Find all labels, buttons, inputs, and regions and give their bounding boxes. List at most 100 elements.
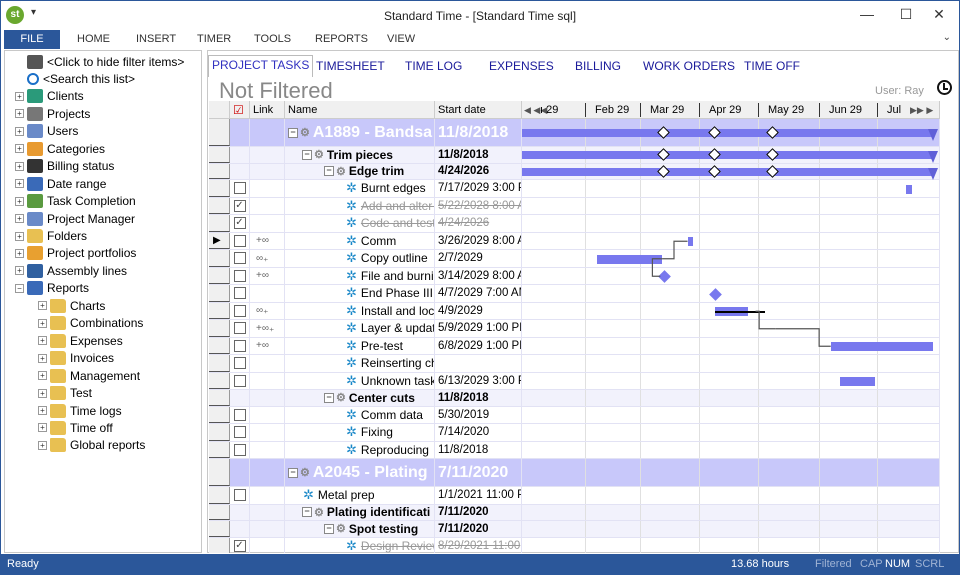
expand-toggle-icon[interactable]: + [38, 371, 47, 381]
task-row[interactable]: ✓ ✲ Add and alter r 5/22/2028 8:00 A [209, 197, 940, 215]
name-cell[interactable]: ✲ Fixing [285, 424, 435, 441]
expand-toggle-icon[interactable]: + [38, 406, 47, 415]
tree-item-clients[interactable]: + Clients [15, 88, 84, 105]
link-chain-icon[interactable]: +∞₊ [256, 323, 274, 334]
tree-item-projects[interactable]: + Projects [15, 105, 90, 122]
name-cell[interactable]: ✲ Copy outline [285, 250, 435, 267]
name-cell[interactable]: − ⚙ Trim pieces [285, 147, 435, 163]
name-cell[interactable]: − ⚙ Plating identificati [285, 504, 435, 520]
row-header[interactable] [209, 504, 230, 520]
expand-toggle-icon[interactable]: + [38, 440, 47, 450]
tree-item-charts[interactable]: + Charts [38, 297, 105, 314]
collapse-toggle-icon[interactable]: − [324, 166, 334, 177]
task-row[interactable]: ✲ Fixing 7/14/2020 [209, 424, 940, 442]
group-row[interactable]: − ⚙ A1889 - Bandsa 11/8/2018 [209, 119, 940, 147]
tab-timesheet[interactable]: TIMESHEET [316, 57, 385, 76]
tree-item-project-manager[interactable]: + Project Manager [15, 210, 135, 227]
name-cell[interactable]: ✲ Burnt edges [285, 180, 435, 197]
complete-checkbox[interactable]: ✓ [233, 539, 246, 552]
name-cell[interactable]: ✲ Code and test [285, 215, 435, 232]
name-cell[interactable]: − ⚙ A1889 - Bandsa [285, 119, 435, 146]
expand-toggle-icon[interactable]: + [38, 388, 47, 398]
group-row[interactable]: − ⚙ Center cuts 11/8/2018 [209, 390, 940, 407]
name-cell[interactable]: ✲ Pre-test [285, 337, 435, 354]
tab-view[interactable]: VIEW [387, 33, 415, 45]
tab-project-tasks[interactable]: PROJECT TASKS [208, 55, 314, 77]
complete-checkbox[interactable] [233, 182, 246, 195]
name-cell[interactable]: ✲ Reproducing [285, 441, 435, 458]
link-chain-icon[interactable]: +∞ [256, 270, 269, 281]
task-bar[interactable] [906, 184, 912, 194]
task-row[interactable]: ✓ ✲ Design Review 8/29/2021 11:00 [209, 537, 940, 553]
name-cell[interactable]: ✲File and burnish [285, 267, 435, 284]
task-bar[interactable] [596, 254, 663, 264]
expand-toggle-icon[interactable]: + [38, 301, 47, 311]
complete-checkbox[interactable] [233, 408, 246, 421]
row-header[interactable] [209, 147, 230, 163]
minimize-button[interactable]: — [857, 6, 877, 22]
collapse-toggle-icon[interactable]: − [288, 127, 298, 138]
name-cell[interactable]: ✲ Install and lock [285, 302, 435, 319]
summary-bar[interactable] [522, 129, 934, 137]
name-cell[interactable]: − ⚙ A2045 - Plating [285, 459, 435, 486]
expand-toggle-icon[interactable]: + [15, 109, 24, 119]
tab-time-log[interactable]: TIME LOG [405, 57, 462, 76]
row-header[interactable] [209, 163, 230, 179]
task-row[interactable]: ✲ Comm data 5/30/2019 [209, 406, 940, 424]
tab-reports[interactable]: REPORTS [315, 33, 368, 45]
row-header[interactable] [209, 487, 230, 504]
tree-item-management[interactable]: + Management [38, 367, 140, 384]
tree-item-time-logs[interactable]: + Time logs [38, 402, 122, 419]
row-header[interactable] [209, 320, 230, 337]
task-row[interactable]: ✓ ✲ Code and test 4/24/2026 [209, 215, 940, 233]
tab-expenses[interactable]: EXPENSES [489, 57, 554, 76]
task-row[interactable]: ✲ Metal prep 1/1/2021 11:00 P [209, 487, 940, 505]
expand-toggle-icon[interactable]: + [15, 231, 24, 241]
expand-toggle-icon[interactable]: + [38, 318, 47, 328]
complete-checkbox[interactable] [233, 339, 246, 352]
tab-billing[interactable]: BILLING [575, 57, 621, 76]
complete-checkbox[interactable] [233, 357, 246, 370]
tree-item-project-portfolios[interactable]: + Project portfolios [15, 245, 136, 262]
tree-item-task-completion[interactable]: + Task Completion [15, 193, 136, 210]
row-header[interactable] [209, 197, 230, 214]
row-header[interactable] [209, 355, 230, 372]
tree-item-invoices[interactable]: + Invoices [38, 350, 114, 367]
row-header[interactable] [209, 521, 230, 537]
name-cell[interactable]: ✲Reinserting che [285, 355, 435, 372]
row-header[interactable] [209, 215, 230, 232]
task-milestone[interactable] [658, 270, 672, 284]
task-row[interactable]: ∞₊ ✲ Install and lock 4/9/2029 [209, 302, 940, 320]
maximize-button[interactable]: ☐ [896, 6, 916, 23]
row-header[interactable] [209, 441, 230, 458]
row-header[interactable] [209, 250, 230, 267]
tab-work-orders[interactable]: WORK ORDERS [643, 57, 735, 76]
tree-item-time-off[interactable]: + Time off [38, 419, 113, 436]
collapse-toggle-icon[interactable]: − [302, 507, 312, 518]
task-row[interactable]: +∞₊ ✲ Layer & update 5/9/2029 1:00 PM [209, 320, 940, 338]
expand-toggle-icon[interactable]: + [15, 179, 24, 189]
tree-item-test[interactable]: + Test [38, 385, 92, 402]
name-cell[interactable]: − ⚙ Center cuts [285, 390, 435, 406]
task-row[interactable]: ✲ End Phase III 4/7/2029 7:00 AM [209, 285, 940, 303]
complete-checkbox[interactable]: ✓ [233, 217, 246, 230]
expand-toggle-icon[interactable]: + [15, 126, 24, 136]
clock-icon[interactable] [937, 80, 952, 95]
timeline-forward-buttons[interactable]: ▶▶ ▶ [910, 101, 933, 119]
name-cell[interactable]: ✲ Design Review [285, 537, 435, 553]
close-button[interactable]: ✕ [929, 6, 949, 23]
task-bar[interactable] [840, 377, 876, 387]
complete-checkbox[interactable] [233, 489, 246, 502]
tab-time-off[interactable]: TIME OFF [744, 57, 800, 76]
name-cell[interactable]: − ⚙ Edge trim [285, 163, 435, 179]
row-header[interactable] [209, 302, 230, 319]
expand-toggle-icon[interactable]: + [15, 161, 24, 171]
group-row[interactable]: − ⚙ Spot testing 7/11/2020 [209, 521, 940, 538]
summary-bar[interactable] [522, 151, 934, 160]
name-cell[interactable]: − ⚙ Spot testing [285, 521, 435, 537]
group-row[interactable]: − ⚙ A2045 - Plating 7/11/2020 [209, 459, 940, 487]
complete-checkbox[interactable] [233, 443, 246, 456]
name-cell[interactable]: ✲ Comm data [285, 406, 435, 423]
name-cell[interactable]: ✲ End Phase III [285, 285, 435, 302]
tree-item-date-range[interactable]: + Date range [15, 175, 106, 192]
